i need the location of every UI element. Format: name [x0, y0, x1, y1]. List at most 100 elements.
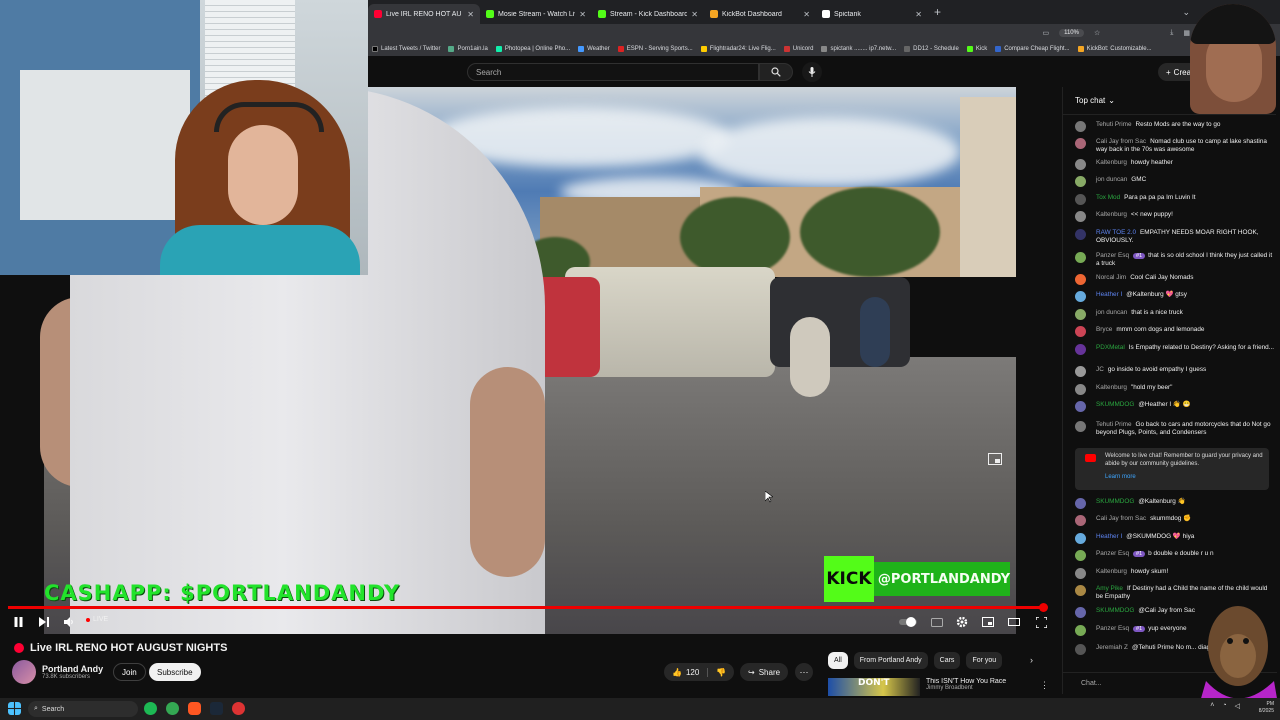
- close-tab-icon[interactable]: ✕: [691, 10, 698, 19]
- video-thumbnail[interactable]: DON'T: [828, 678, 920, 696]
- chat-author[interactable]: Jeremiah Z: [1096, 644, 1128, 651]
- recommended-video-title[interactable]: This ISN'T How You Race: [926, 678, 1006, 685]
- bookmark-item[interactable]: Flightradar24: Live Flig...: [700, 46, 776, 52]
- voice-search-button[interactable]: [802, 62, 822, 82]
- chat-author[interactable]: Cali Jay from Sac: [1096, 515, 1146, 522]
- bookmark-item[interactable]: KickBot: Customizable...: [1077, 46, 1152, 52]
- join-button[interactable]: Join: [113, 663, 146, 681]
- chat-author[interactable]: Kaltenburg: [1096, 384, 1127, 391]
- chat-avatar[interactable]: [1075, 194, 1086, 205]
- chat-avatar[interactable]: [1075, 515, 1086, 526]
- chip-all[interactable]: All: [828, 652, 848, 669]
- share-button[interactable]: ↪ Share: [740, 663, 789, 681]
- chat-message[interactable]: Kaltenburg << new puppy!: [1075, 211, 1275, 222]
- chat-message[interactable]: SKUMMDOG @Kaltenburg 👋: [1075, 498, 1275, 509]
- chat-author[interactable]: Tehuti Prime: [1096, 421, 1132, 428]
- browser-tab[interactable]: Stream - Kick Dashboard ✕: [592, 4, 704, 24]
- bookmark-item[interactable]: Kick: [966, 46, 987, 52]
- chat-author[interactable]: Norcal Jim: [1096, 274, 1126, 281]
- chat-avatar[interactable]: [1075, 229, 1086, 240]
- bookmark-star-icon[interactable]: ☆: [1094, 29, 1100, 37]
- chat-author[interactable]: SKUMMDOG: [1096, 498, 1134, 505]
- tab-search-icon[interactable]: ⌄: [1182, 7, 1190, 18]
- chat-avatar[interactable]: [1075, 401, 1086, 412]
- windows-start-icon[interactable]: [8, 702, 21, 715]
- next-button[interactable]: [38, 614, 50, 630]
- chat-message[interactable]: Tehuti Prime Resto Mods are the way to go: [1075, 121, 1275, 132]
- chip-cars[interactable]: Cars: [933, 652, 961, 669]
- chat-avatar[interactable]: [1075, 533, 1086, 544]
- bookmark-item[interactable]: Porn1ain.la: [448, 46, 488, 52]
- progress-bar[interactable]: [8, 603, 1048, 612]
- miniplayer-icon[interactable]: [988, 453, 1002, 465]
- chat-message[interactable]: PDXMetal Is Empathy related to Destiny? A…: [1075, 344, 1275, 355]
- close-tab-icon[interactable]: ✕: [579, 10, 586, 19]
- chat-author[interactable]: Panzer Esq: [1096, 550, 1129, 557]
- more-actions-button[interactable]: ⋯: [795, 663, 813, 681]
- dislike-button[interactable]: 👎: [708, 668, 734, 677]
- chat-avatar[interactable]: [1075, 644, 1086, 655]
- chat-avatar[interactable]: [1075, 252, 1086, 263]
- channel-info[interactable]: Portland Andy 73.8K subscribers: [12, 660, 103, 684]
- chat-avatar[interactable]: [1075, 366, 1086, 377]
- chat-avatar[interactable]: [1075, 121, 1086, 132]
- zoom-indicator[interactable]: 110%: [1059, 29, 1084, 37]
- chat-author[interactable]: jon duncan: [1096, 176, 1127, 183]
- chat-author[interactable]: Kaltenburg: [1096, 568, 1127, 575]
- close-tab-icon[interactable]: ✕: [915, 10, 922, 19]
- chevron-right-icon[interactable]: ›: [1030, 655, 1033, 665]
- chat-message[interactable]: Kaltenburg "hold my beer": [1075, 384, 1275, 395]
- volume-button[interactable]: [62, 614, 76, 630]
- miniplayer-button[interactable]: [981, 614, 995, 630]
- chat-avatar[interactable]: [1075, 550, 1086, 561]
- chat-avatar[interactable]: [1075, 138, 1086, 149]
- speaker-icon[interactable]: ◁: [1235, 702, 1240, 710]
- chat-avatar[interactable]: [1075, 498, 1086, 509]
- bookmark-item[interactable]: spictank ........ ip7.netw...: [821, 46, 896, 52]
- chat-author[interactable]: Panzer Esq: [1096, 625, 1129, 632]
- chat-author[interactable]: Cali Jay from Sac: [1096, 138, 1146, 145]
- bookmark-item[interactable]: Unicord: [783, 46, 813, 52]
- chat-author[interactable]: RAW TOE 2.0: [1096, 229, 1136, 236]
- chat-message[interactable]: Heather I @SKUMMDOG 💖 hiya: [1075, 533, 1275, 544]
- extensions-icon[interactable]: ▦: [1183, 29, 1190, 37]
- learn-more-link[interactable]: Learn more: [1105, 473, 1263, 481]
- scrubber-handle[interactable]: [1039, 603, 1048, 612]
- chat-message[interactable]: JC go inside to avoid empathy I guess: [1075, 366, 1275, 377]
- chat-message[interactable]: Bryce mmm corn dogs and lemonade: [1075, 326, 1275, 337]
- channel-avatar[interactable]: [12, 660, 36, 684]
- chat-author[interactable]: Heather I: [1096, 533, 1122, 540]
- search-input[interactable]: Search: [467, 63, 759, 81]
- pause-button[interactable]: [12, 614, 24, 630]
- chat-message[interactable]: Tehuti Prime Go back to cars and motorcyc…: [1075, 421, 1275, 438]
- bookmark-item[interactable]: Compare Cheap Flight...: [995, 46, 1070, 52]
- chat-message[interactable]: Heather I @Kaltenburg 💖 gtsy: [1075, 291, 1275, 302]
- spotify-icon[interactable]: [144, 702, 157, 715]
- chrome-icon[interactable]: [166, 702, 179, 715]
- chat-avatar[interactable]: [1075, 274, 1086, 285]
- chat-author[interactable]: PDXMetal: [1096, 344, 1125, 351]
- system-clock[interactable]: PM 8/2025: [1259, 701, 1274, 715]
- chat-avatar[interactable]: [1075, 291, 1086, 302]
- chat-author[interactable]: Heather I: [1096, 291, 1122, 298]
- chat-avatar[interactable]: [1075, 384, 1086, 395]
- chevron-up-icon[interactable]: ˄: [1210, 702, 1214, 710]
- bookmark-item[interactable]: Photopea | Online Pho...: [495, 46, 570, 52]
- new-tab-icon[interactable]: +: [928, 5, 947, 19]
- chat-author[interactable]: Bryce: [1096, 326, 1112, 333]
- autoplay-toggle[interactable]: [898, 614, 918, 630]
- download-icon[interactable]: ⤓: [1170, 29, 1173, 37]
- chat-message[interactable]: SKUMMDOG @Heather I 👋 😁: [1075, 401, 1275, 412]
- bookmark-item[interactable]: Latest Tweets / Twitter: [372, 46, 440, 52]
- fullscreen-button[interactable]: [1034, 614, 1048, 630]
- chip-from-channel[interactable]: From Portland Andy: [853, 652, 928, 669]
- steam-icon[interactable]: [210, 702, 223, 715]
- like-button[interactable]: 👍 120: [664, 667, 709, 677]
- cast-icon[interactable]: ▭: [1042, 29, 1049, 37]
- channel-name[interactable]: Portland Andy: [42, 664, 103, 674]
- chat-message[interactable]: Norcal Jim Cool Cali Jay Nomads: [1075, 274, 1275, 285]
- chat-avatar[interactable]: [1075, 326, 1086, 337]
- chat-author[interactable]: JC: [1096, 366, 1104, 373]
- chat-author[interactable]: jon duncan: [1096, 309, 1127, 316]
- recommended-video[interactable]: DON'T This ISN'T How You Race Jimmy Broa…: [828, 678, 1048, 696]
